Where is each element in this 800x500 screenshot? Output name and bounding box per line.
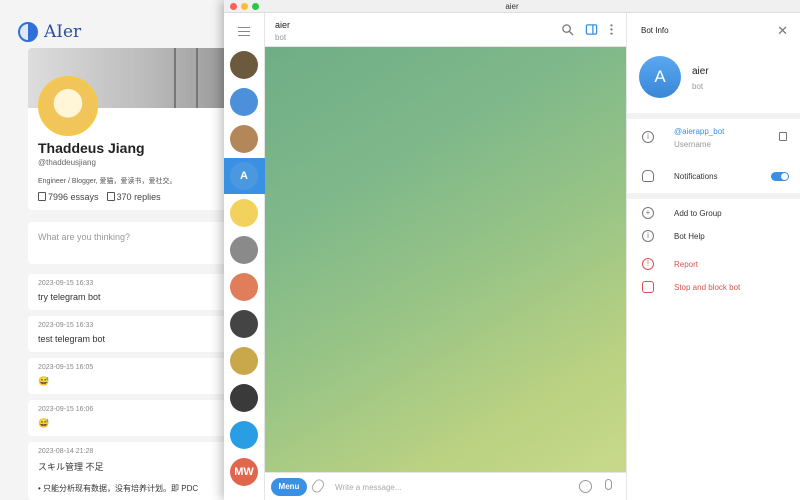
bot-name: aier <box>692 66 709 77</box>
emoji-icon[interactable] <box>579 480 592 493</box>
message-input[interactable] <box>335 479 565 495</box>
more-options-icon[interactable] <box>605 23 618 36</box>
username-row[interactable]: i @aierapp_bot Username <box>627 125 800 159</box>
add-to-group-row[interactable]: + Add to Group <box>627 205 800 223</box>
bell-icon <box>642 170 654 182</box>
composer-input[interactable]: What are you thinking? <box>28 222 228 264</box>
post-text: try telegram bot <box>38 292 101 302</box>
post-text: 😅 <box>38 418 50 428</box>
copy-icon[interactable] <box>779 132 787 141</box>
bot-menu-button[interactable]: Menu <box>271 478 307 496</box>
message-composer: Menu <box>265 472 626 500</box>
chat-messages-area <box>265 47 626 472</box>
chat-avatar-telegram[interactable] <box>230 421 258 449</box>
bot-help-row[interactable]: i Bot Help <box>627 228 800 246</box>
chat-avatar-chat-3[interactable] <box>230 125 258 153</box>
bot-help-label: Bot Help <box>674 232 705 241</box>
panel-title: Bot Info <box>641 26 669 35</box>
post-date: 2023-08-14 21:28 <box>38 448 94 455</box>
comment-icon <box>106 192 115 201</box>
profile-card: Thaddeus Jiang @thaddeusjiang Engineer /… <box>28 48 228 210</box>
post-text: test telegram bot <box>38 334 106 344</box>
add-user-icon: + <box>642 207 654 219</box>
post-card[interactable]: 2023-09-15 16:33 test telegram bot <box>28 316 228 352</box>
post-card[interactable]: 2023-08-14 21:28 スキル管理 不足 • 只能分析现有数据，没有培… <box>28 442 228 500</box>
chat-avatar-chat-1[interactable] <box>230 51 258 79</box>
post-date: 2023-09-15 16:06 <box>38 406 94 413</box>
close-icon[interactable]: ✕ <box>777 24 788 37</box>
section-divider <box>627 113 800 119</box>
add-to-group-label: Add to Group <box>674 209 722 218</box>
window-titlebar[interactable]: aier <box>224 0 800 13</box>
chat-avatar-chat-9[interactable] <box>230 347 258 375</box>
post-card[interactable]: 2023-09-15 16:33 try telegram bot <box>28 274 228 310</box>
chat-avatar-saved-messages[interactable] <box>230 88 258 116</box>
microphone-icon[interactable] <box>605 479 612 490</box>
search-icon[interactable] <box>561 23 574 36</box>
post-date: 2023-09-15 16:33 <box>38 280 94 287</box>
username-label: Username <box>674 140 711 149</box>
essays-count-label: 7996 essays <box>48 192 99 202</box>
close-window-button[interactable] <box>230 3 237 10</box>
chat-list-sidebar: A MW <box>224 13 265 500</box>
aier-logo[interactable]: AIer <box>18 22 81 42</box>
info-icon: i <box>642 131 654 143</box>
attach-icon[interactable] <box>309 477 327 495</box>
chat-avatar-aier[interactable]: A <box>230 162 258 190</box>
aier-logo-icon <box>18 22 38 42</box>
chat-avatar-chat-5[interactable] <box>230 199 258 227</box>
profile-handle: @thaddeusjiang <box>38 158 96 167</box>
post-card[interactable]: 2023-09-15 16:06 😅 <box>28 400 228 436</box>
window-title: aier <box>505 2 519 11</box>
document-icon <box>38 192 46 201</box>
post-list-item: • 只能分析现有数据，没有培养计划。即 PDC <box>38 484 199 493</box>
zoom-window-button[interactable] <box>252 3 259 10</box>
profile-bio: Engineer / Blogger, 爱猫，爱读书，爱社交。 <box>38 178 177 185</box>
notifications-row[interactable]: Notifications <box>627 165 800 191</box>
essays-count[interactable]: 7996 essays <box>38 192 99 202</box>
report-icon: ! <box>642 258 654 270</box>
post-date: 2023-09-15 16:05 <box>38 364 94 371</box>
chat-avatar-chat-10[interactable] <box>230 384 258 412</box>
post-text: 😅 <box>38 376 50 386</box>
profile-avatar[interactable] <box>38 76 98 136</box>
post-text: スキル管理 不足 <box>38 462 104 472</box>
report-label: Report <box>674 260 699 269</box>
aier-logo-text: AIer <box>44 22 82 42</box>
chat-avatar-chat-12[interactable]: MW <box>230 458 258 486</box>
help-icon: i <box>642 230 654 242</box>
profile-name: Thaddeus Jiang <box>38 140 145 156</box>
post-card[interactable]: 2023-09-15 16:05 😅 <box>28 358 228 394</box>
stop-block-row[interactable]: Stop and block bot <box>627 279 800 297</box>
bot-info-panel: Bot Info ✕ A aier bot i @aierapp_bot Use… <box>626 13 800 500</box>
bot-username[interactable]: @aierapp_bot <box>674 127 724 136</box>
chat-title[interactable]: aier <box>275 20 290 30</box>
minimize-window-button[interactable] <box>241 3 248 10</box>
bot-subtitle: bot <box>692 82 704 91</box>
report-row[interactable]: ! Report <box>627 256 800 274</box>
telegram-window: aier A MW aier bot Menu Bot Info ✕ A aier… <box>224 0 800 500</box>
replies-count-label: 370 replies <box>116 192 161 202</box>
hand-stop-icon <box>642 281 654 293</box>
sidebar-toggle-icon[interactable] <box>585 23 598 36</box>
chat-subtitle: bot <box>275 33 287 42</box>
notifications-label: Notifications <box>674 172 718 181</box>
bot-avatar[interactable]: A <box>639 56 681 98</box>
stop-block-label: Stop and block bot <box>674 283 741 292</box>
chat-avatar-chat-6[interactable] <box>230 236 258 264</box>
window-controls <box>230 3 259 10</box>
replies-count[interactable]: 370 replies <box>106 192 161 202</box>
post-date: 2023-09-15 16:33 <box>38 322 94 329</box>
profile-stats: 7996 essays 370 replies <box>38 192 161 202</box>
section-divider <box>627 193 800 199</box>
chat-avatar-chat-7[interactable] <box>230 273 258 301</box>
chat-header: aier bot <box>265 13 626 47</box>
menu-icon[interactable] <box>238 27 250 36</box>
notifications-toggle[interactable] <box>771 172 789 181</box>
chat-avatar-chat-8[interactable] <box>230 310 258 338</box>
